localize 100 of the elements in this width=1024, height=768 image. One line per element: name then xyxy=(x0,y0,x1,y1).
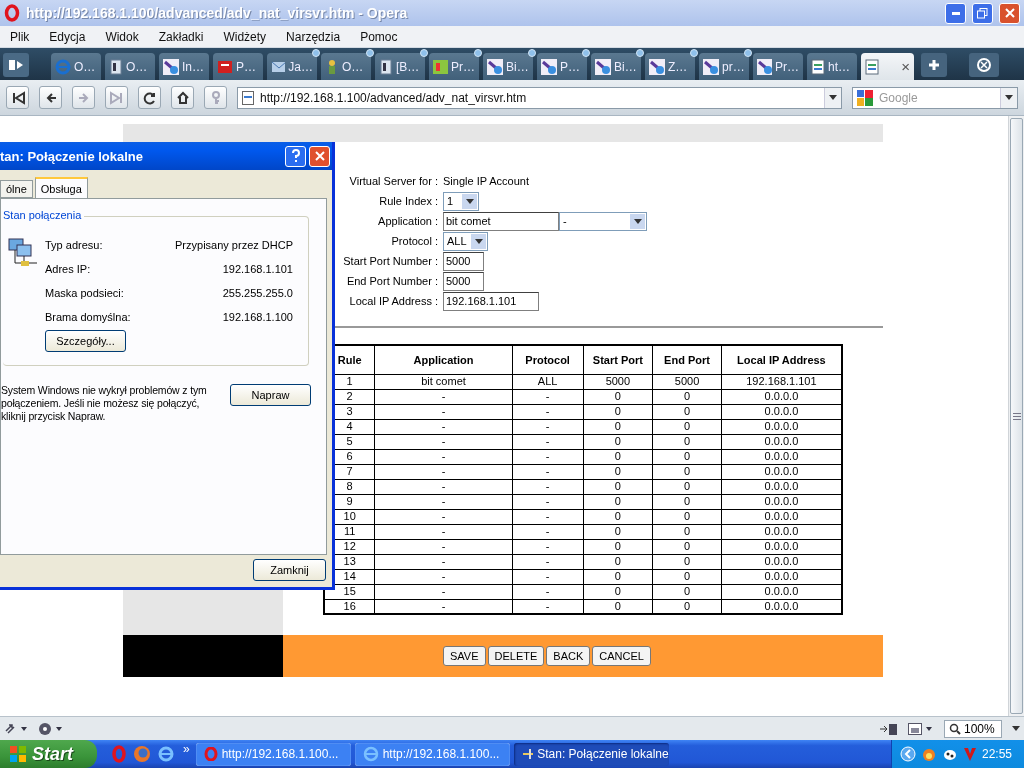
table-cell: - xyxy=(512,419,584,434)
home-button[interactable] xyxy=(171,86,194,109)
table-cell: 0 xyxy=(583,494,653,509)
arrow-left-icon[interactable] xyxy=(899,746,916,762)
table-cell: - xyxy=(512,464,584,479)
windows-logo-icon xyxy=(9,745,27,763)
table-cell: 0.0.0.0 xyxy=(721,464,842,479)
image-icon[interactable] xyxy=(908,721,934,736)
browser-tab[interactable]: × xyxy=(861,53,914,80)
input-field[interactable]: 5000 xyxy=(443,271,484,291)
rewind-button[interactable] xyxy=(6,86,29,109)
close-icon xyxy=(1004,8,1015,18)
info-value: 192.168.1.101 xyxy=(221,263,293,275)
page-button[interactable]: BACK xyxy=(546,646,591,666)
table-cell: - xyxy=(374,494,513,509)
table-cell: 0.0.0.0 xyxy=(721,419,842,434)
browser-tab[interactable]: P… xyxy=(213,53,263,80)
browser-tab[interactable]: Pr… xyxy=(753,53,803,80)
column-header: End Port xyxy=(652,345,722,374)
repair-button[interactable]: Napraw xyxy=(230,384,311,406)
field-value: Single IP Account xyxy=(443,174,530,189)
reload-button[interactable] xyxy=(138,86,161,109)
notification-dot xyxy=(366,49,374,57)
close-icon xyxy=(314,151,325,161)
menu-item[interactable]: Edycja xyxy=(39,29,96,44)
dropdown-arrow-icon xyxy=(474,238,483,244)
table-cell: 0 xyxy=(652,569,722,584)
info-label: Typ adresu: xyxy=(45,239,104,251)
dropdown-arrow-icon xyxy=(465,198,474,204)
search-icon xyxy=(949,722,961,735)
close-button[interactable] xyxy=(309,145,330,167)
browser-tab[interactable]: O… xyxy=(105,53,155,80)
browser-tab[interactable]: O… xyxy=(51,53,101,80)
chevron-button[interactable]: » xyxy=(183,742,196,756)
gauge-icon[interactable] xyxy=(38,721,64,736)
document-icon xyxy=(379,58,393,75)
status-message: System Windows nie wykrył problemów z tym połączeniem. Jeśli nie możesz się połączyć, kliknij przycisk Napraw. xyxy=(1,384,208,423)
magnifier-icon xyxy=(163,58,179,75)
menu-item[interactable]: Plik xyxy=(0,29,40,44)
dialog-tab[interactable]: Obsługa xyxy=(34,177,88,198)
table-cell: 0 xyxy=(583,419,653,434)
table-cell: 0 xyxy=(583,389,653,404)
table-cell: 0 xyxy=(652,494,722,509)
info-label: Brama domyślna: xyxy=(45,311,132,323)
taskbar-button[interactable]: http://192.168.1.100... xyxy=(195,742,351,766)
dropdown-arrow-icon[interactable] xyxy=(1012,726,1020,731)
page-button[interactable]: SAVE xyxy=(443,646,486,666)
start-button[interactable]: Start xyxy=(0,740,97,768)
menu-item[interactable]: Widok xyxy=(95,29,149,44)
table-cell: - xyxy=(512,554,584,569)
browser-tab[interactable]: ht… xyxy=(807,53,857,80)
zoom-field[interactable]: 100% xyxy=(944,719,1002,738)
select-field[interactable]: 1 xyxy=(443,191,479,211)
close-tab-button[interactable]: × xyxy=(901,58,910,75)
page-button[interactable]: DELETE xyxy=(487,646,545,666)
menu-item[interactable]: Narzędzia xyxy=(276,29,351,44)
table-cell: - xyxy=(512,524,584,539)
document-icon xyxy=(109,58,123,75)
logo-icon xyxy=(217,58,233,75)
new-tab-button[interactable] xyxy=(921,53,947,77)
menu-item[interactable]: Pomoc xyxy=(350,29,408,44)
table-cell: 0 xyxy=(652,434,722,449)
input-field[interactable]: 5000 xyxy=(443,251,484,271)
table-cell: 0.0.0.0 xyxy=(721,584,842,599)
input-field[interactable]: 192.168.1.101 xyxy=(443,291,539,311)
restore-button[interactable] xyxy=(972,2,993,24)
taskbar-button[interactable]: http://192.168.1.100... xyxy=(354,742,510,766)
presentation-icon[interactable] xyxy=(880,721,898,736)
minimize-button[interactable] xyxy=(945,2,966,24)
closed-tabs-button[interactable] xyxy=(969,53,999,77)
globe-icon xyxy=(362,746,379,762)
select-field[interactable]: ALL xyxy=(443,231,488,251)
address-field[interactable]: http://192.168.1.100/advanced/adv_nat_virsvr.htm xyxy=(237,86,842,109)
close-dialog-button[interactable]: Zamknij xyxy=(253,559,326,581)
table-cell: 0 xyxy=(583,404,653,419)
globe-icon[interactable] xyxy=(157,745,175,763)
help-button[interactable] xyxy=(285,145,306,167)
back-button[interactable] xyxy=(39,86,62,109)
select-field[interactable]: - xyxy=(559,211,647,231)
home-icon xyxy=(175,90,190,105)
browser-tab[interactable]: In… xyxy=(159,53,209,80)
menu-item[interactable]: Widżety xyxy=(213,29,277,44)
magnifier-icon xyxy=(541,58,557,75)
panel-toggle-button[interactable] xyxy=(3,53,29,77)
close-button[interactable] xyxy=(999,2,1020,24)
details-button[interactable]: Szczegóły... xyxy=(45,330,126,352)
transfer-icon[interactable] xyxy=(4,721,28,736)
table-cell: 0 xyxy=(652,479,722,494)
window-title: http://192.168.1.100/advanced/adv_nat_virsvr.htm - Opera xyxy=(26,5,409,21)
table-cell: - xyxy=(512,479,584,494)
taskbar-button[interactable]: Stan: Połączenie lokalne xyxy=(513,742,669,766)
rewind-icon xyxy=(10,90,25,105)
plus-icon xyxy=(928,59,940,71)
menu-item[interactable]: Zakładki xyxy=(148,29,214,44)
info-value: Przypisany przez DHCP xyxy=(175,239,293,251)
input-field[interactable]: bit comet xyxy=(443,211,559,231)
page-button[interactable]: CANCEL xyxy=(592,646,651,666)
dialog-tab[interactable]: ólne xyxy=(0,180,33,198)
dropdown-arrow-icon xyxy=(829,95,837,100)
badge-icon xyxy=(433,58,448,75)
